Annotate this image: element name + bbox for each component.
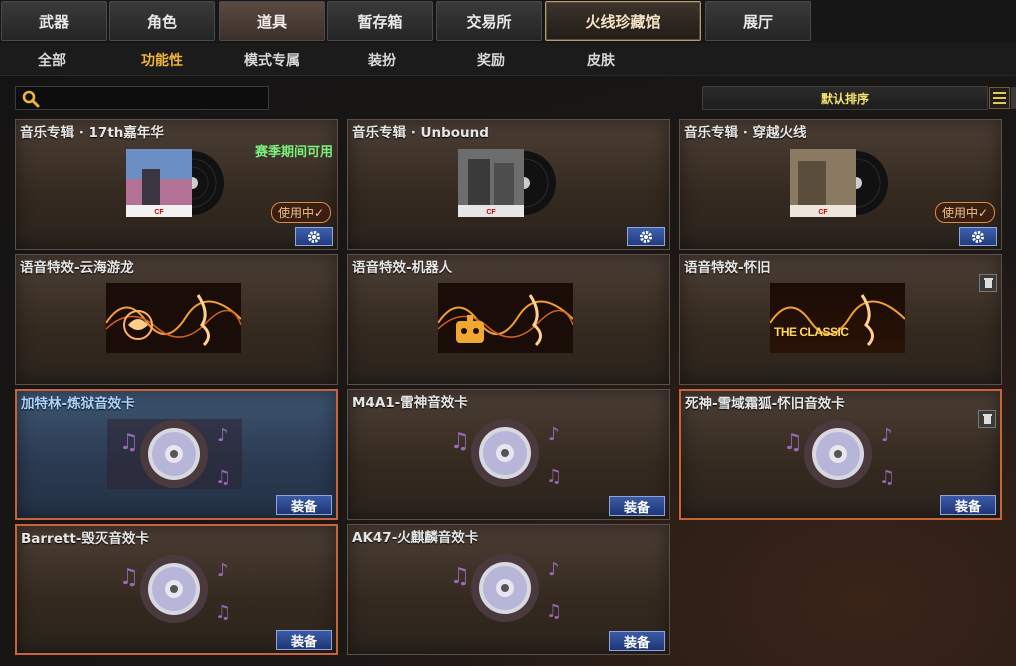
svg-text:♪: ♪ [881, 425, 893, 446]
item-card[interactable]: Barrett-毁灭音效卡 ♫ ♪ ♫ 装备 [15, 524, 338, 655]
svg-text:CF: CF [154, 209, 164, 216]
svg-text:♫: ♫ [546, 601, 562, 622]
trash-icon [983, 278, 993, 288]
waveform-icon [770, 294, 905, 347]
trash-icon [982, 414, 992, 424]
item-card[interactable]: 音乐专辑 · 穿越火线 CF 使用中✓ [679, 119, 1002, 250]
card-title: 语音特效-机器人 [352, 260, 453, 276]
item-card[interactable]: 死神-雪域霜狐-怀旧音效卡 ♫ ♪ ♫ 装备 [679, 389, 1002, 520]
equip-button[interactable]: 装备 [609, 631, 665, 651]
svg-text:♫: ♫ [879, 467, 895, 488]
svg-text:♫: ♫ [215, 602, 231, 623]
season-note: 赛季期间可用 [254, 145, 333, 160]
svg-text:♫: ♫ [450, 429, 470, 454]
svg-text:♫: ♫ [119, 565, 139, 590]
item-card[interactable]: 语音特效-云海游龙 [15, 254, 338, 385]
settings-button[interactable] [959, 227, 997, 246]
equip-button[interactable]: 装备 [276, 630, 332, 650]
svg-text:♫: ♫ [119, 430, 139, 455]
card-title: 语音特效-云海游龙 [20, 260, 134, 276]
dragon-icon [106, 283, 241, 353]
card-title: 语音特效-怀旧 [684, 260, 771, 276]
gear-icon [308, 230, 320, 243]
equip-button[interactable]: 装备 [276, 495, 332, 515]
svg-text:♪: ♪ [217, 425, 229, 446]
card-title: 死神-雪域霜狐-怀旧音效卡 [685, 396, 845, 412]
in-use-badge: 使用中✓ [934, 202, 995, 223]
equip-button[interactable]: 装备 [609, 496, 665, 516]
cd-icon: ♫ ♪ ♫ [107, 419, 242, 489]
svg-text:CF: CF [486, 209, 496, 216]
trash-button[interactable] [978, 410, 996, 428]
svg-text:♫: ♫ [215, 467, 231, 488]
card-title: 音乐专辑 · 17th嘉年华 [20, 125, 164, 141]
equip-button[interactable]: 装备 [940, 495, 996, 515]
item-card[interactable]: AK47-火麒麟音效卡 ♫ ♪ ♫ 装备 [347, 524, 670, 655]
card-title: 音乐专辑 · Unbound [352, 125, 489, 141]
item-card[interactable]: 音乐专辑 · 17th嘉年华 CF 赛季期间可用 使用中✓ [15, 119, 338, 250]
item-card[interactable]: M4A1-雷神音效卡 ♫ ♪ ♫ 装备 [347, 389, 670, 520]
card-title: Barrett-毁灭音效卡 [21, 531, 149, 547]
item-card[interactable]: 加特林-炼狱音效卡 ♫ ♪ ♫ 装备 [15, 389, 338, 520]
cd-icon: ♫ ♪ ♫ [450, 554, 562, 622]
svg-text:♫: ♫ [546, 466, 562, 487]
svg-text:♪: ♪ [548, 559, 560, 580]
robot-icon [438, 283, 573, 353]
card-title: 加特林-炼狱音效卡 [21, 396, 135, 412]
gear-icon [972, 230, 984, 243]
settings-button[interactable] [295, 227, 333, 246]
card-title: M4A1-雷神音效卡 [352, 395, 468, 411]
svg-text:♫: ♫ [783, 430, 803, 455]
svg-text:♫: ♫ [450, 564, 470, 589]
album-cover-icon: CF [458, 149, 556, 217]
svg-text:♪: ♪ [217, 560, 229, 581]
item-card[interactable]: 语音特效-机器人 [347, 254, 670, 385]
voice-thumb-text: THE CLASSIC [774, 325, 849, 339]
trash-button[interactable] [979, 274, 997, 292]
svg-text:♪: ♪ [548, 424, 560, 445]
item-card[interactable]: 语音特效-怀旧 THE CLASSIC [679, 254, 1002, 385]
album-cover-icon: CF [126, 149, 224, 217]
album-cover-icon: CF [790, 149, 888, 217]
settings-button[interactable] [627, 227, 665, 246]
card-title: 音乐专辑 · 穿越火线 [684, 125, 807, 141]
card-title: AK47-火麒麟音效卡 [352, 530, 479, 546]
item-card[interactable]: 音乐专辑 · Unbound CF [347, 119, 670, 250]
item-grid: 音乐专辑 · 17th嘉年华 CF 赛季期间可用 使用中✓ 音乐专辑 · Unb… [0, 0, 1016, 666]
cd-icon: ♫ ♪ ♫ [783, 420, 895, 488]
voice-effect-thumbnail: THE CLASSIC [770, 283, 905, 353]
in-use-badge: 使用中✓ [270, 202, 331, 223]
cd-icon: ♫ ♪ ♫ [450, 419, 562, 487]
cd-icon: ♫ ♪ ♫ [119, 555, 231, 623]
gear-icon [640, 230, 652, 243]
svg-text:CF: CF [818, 209, 828, 216]
